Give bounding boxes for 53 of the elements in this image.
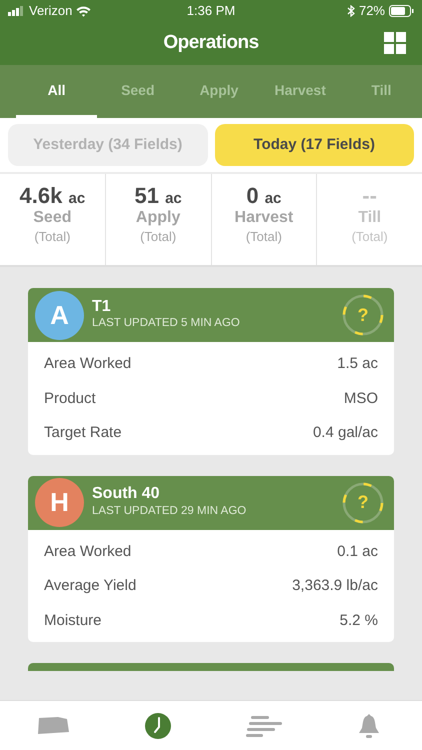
row-label: Area Worked <box>44 542 132 562</box>
field-card[interactable]: A T1 LAST UPDATED 5 MIN AGO ? Area Worked 1.5 ac Product MSO Target Rate 0.4 gal/ac <box>28 288 394 454</box>
status-indicator: ? <box>342 482 384 524</box>
clock-icon <box>145 712 172 738</box>
total-value: -- <box>361 184 378 208</box>
row-label: Product <box>44 388 96 408</box>
screen-title: Operations <box>163 31 259 56</box>
tab[interactable]: Till <box>340 65 422 118</box>
total-caption: (Total) <box>33 228 72 246</box>
row-value: 0.4 gal/ac <box>312 423 378 443</box>
tab[interactable]: Harvest <box>260 65 341 118</box>
day-toggle-button[interactable]: Today (17 Fields) <box>214 124 414 166</box>
total-value: 4.6k ac <box>18 184 86 208</box>
total-value: 0 ac <box>245 184 282 208</box>
clock-time: 1:36 PM <box>186 3 236 18</box>
total-caption: (Total) <box>244 228 283 246</box>
battery-percent: 72% <box>358 2 385 20</box>
row-label: Area Worked <box>44 354 132 374</box>
field-icon <box>36 714 70 736</box>
field-avatar: A <box>35 290 84 340</box>
list-icon <box>246 714 282 736</box>
total-label: Apply <box>134 208 182 228</box>
field-avatar: H <box>35 478 84 527</box>
last-updated: LAST UPDATED 29 MIN AGO <box>92 504 248 519</box>
row-value: 5.2 % <box>340 610 378 630</box>
row-value: 3,363.9 lb/ac <box>292 576 378 596</box>
day-toggle-button[interactable]: Yesterday (34 Fields) <box>8 124 208 166</box>
total-label: Seed <box>32 208 72 228</box>
row-value: 1.5 ac <box>337 354 378 374</box>
signal-icon <box>8 6 25 16</box>
row-label: Moisture <box>44 610 102 630</box>
field-name: T1 <box>92 298 112 316</box>
tab[interactable]: Seed <box>97 65 178 118</box>
total-label: Till <box>357 208 382 228</box>
battery-icon <box>389 5 414 17</box>
total-caption: (Total) <box>139 228 178 246</box>
bell-icon <box>357 712 382 738</box>
total-caption: (Total) <box>350 228 389 246</box>
total-value: 51 ac <box>133 184 183 208</box>
row-label: Average Yield <box>44 576 136 596</box>
tab[interactable]: Apply <box>178 65 260 118</box>
wifi-icon <box>76 6 92 16</box>
grid-icon[interactable] <box>384 32 406 54</box>
field-name: South 40 <box>92 485 161 503</box>
carrier-name: Verizon <box>29 2 72 20</box>
status-indicator: ? <box>342 294 384 336</box>
total-label: Harvest <box>234 208 294 228</box>
row-value: 0.1 ac <box>337 542 378 562</box>
field-card[interactable]: H South 40 LAST UPDATED 29 MIN AGO ? Area Worked 0.1 ac Average Yield 3,363.9 lb/ac Moisture 5.2 % <box>28 476 394 642</box>
row-value: MSO <box>344 388 378 408</box>
last-updated: LAST UPDATED 5 MIN AGO <box>92 316 241 332</box>
bluetooth-icon <box>346 5 355 17</box>
row-label: Target Rate <box>44 423 122 443</box>
